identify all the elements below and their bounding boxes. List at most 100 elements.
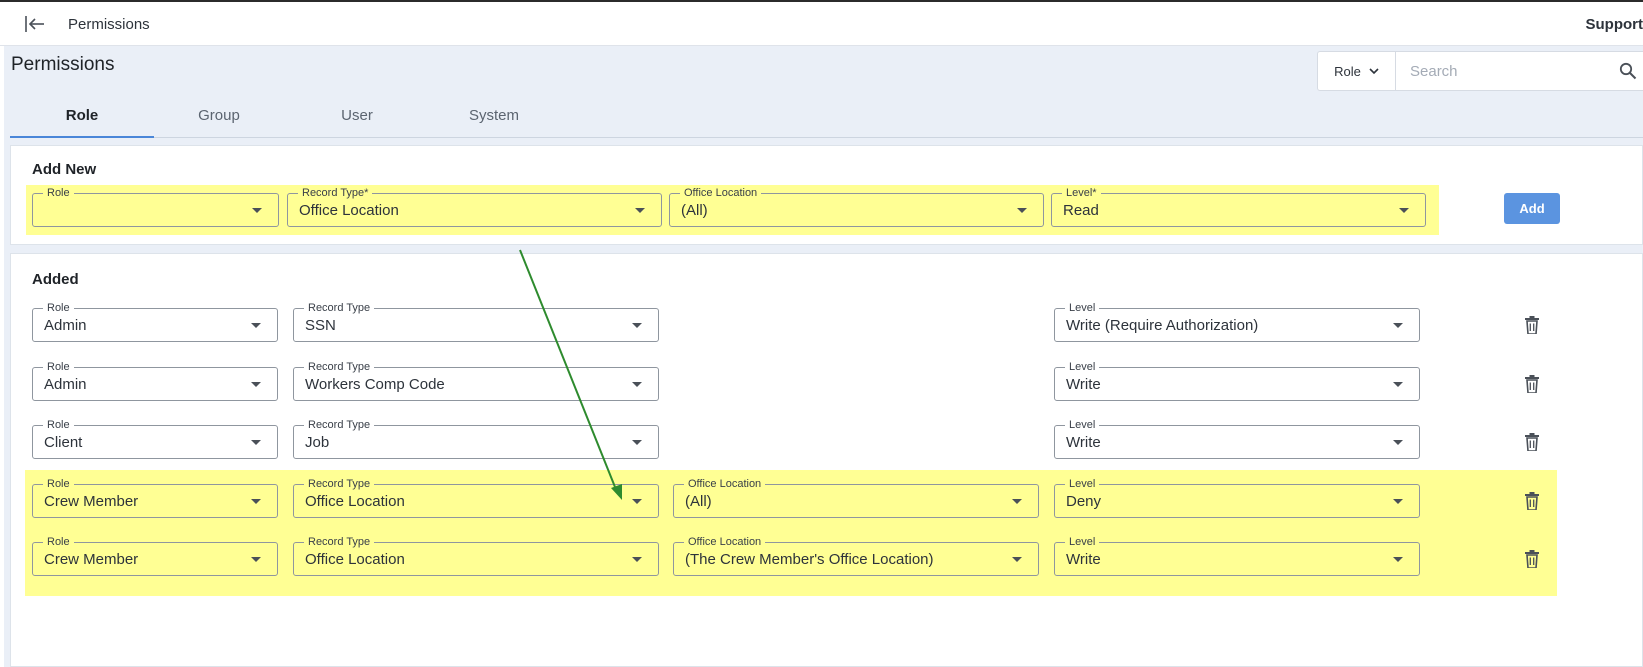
- row-level-select[interactable]: Level Deny: [1054, 477, 1420, 518]
- row-level-select[interactable]: Level Write (Require Authorization): [1054, 301, 1420, 342]
- row-record-type-select[interactable]: Record Type Office Location: [293, 477, 659, 518]
- field-label: Level: [1065, 301, 1100, 315]
- dropdown-arrow-icon: [251, 499, 261, 504]
- search-input[interactable]: [1396, 52, 1610, 90]
- dropdown-arrow-icon: [251, 323, 261, 328]
- dropdown-arrow-icon: [1393, 499, 1403, 504]
- field-value: Admin: [44, 376, 87, 393]
- field-label: Role: [43, 535, 74, 549]
- trash-icon[interactable]: [1524, 550, 1540, 568]
- support-link[interactable]: Support: [1586, 16, 1643, 33]
- new-role-select[interactable]: Role: [32, 186, 279, 227]
- field-label: Record Type: [304, 477, 375, 491]
- row-role-select[interactable]: Role Admin: [32, 360, 278, 401]
- field-label: Record Type: [304, 360, 375, 374]
- main-content: Permissions Role Role Group User System …: [4, 46, 1643, 667]
- dropdown-arrow-icon: [632, 499, 642, 504]
- new-office-location-select[interactable]: Office Location (All): [669, 186, 1044, 227]
- new-record-type-select[interactable]: Record Type* Office Location: [287, 186, 662, 227]
- field-label: Role: [43, 360, 74, 374]
- field-label: Level: [1065, 360, 1100, 374]
- dropdown-arrow-icon: [1393, 323, 1403, 328]
- dropdown-arrow-icon: [632, 440, 642, 445]
- dropdown-arrow-icon: [1017, 208, 1027, 213]
- field-value: Crew Member: [44, 493, 139, 510]
- row-record-type-select[interactable]: Record Type SSN: [293, 301, 659, 342]
- chevron-down-icon: [1369, 67, 1379, 74]
- search-filter-label: Role: [1334, 63, 1361, 79]
- field-value: Client: [44, 434, 83, 451]
- tab-group[interactable]: Group: [147, 96, 291, 138]
- field-value: Write: [1066, 434, 1101, 451]
- trash-icon[interactable]: [1524, 433, 1540, 451]
- row-record-type-select[interactable]: Record Type Job: [293, 418, 659, 459]
- field-value: SSN: [305, 317, 336, 334]
- field-value: Office Location: [299, 202, 399, 219]
- field-value: (All): [685, 493, 712, 510]
- row-record-type-select[interactable]: Record Type Office Location: [293, 535, 659, 576]
- dropdown-arrow-icon: [1012, 499, 1022, 504]
- field-value: Write: [1066, 551, 1101, 568]
- field-value: (All): [681, 202, 708, 219]
- search-filter-dropdown[interactable]: Role: [1318, 52, 1396, 90]
- field-value: Job: [305, 434, 330, 451]
- field-value: (The Crew Member's Office Location): [685, 551, 934, 568]
- tab-user[interactable]: User: [285, 96, 429, 138]
- field-label: Role: [43, 186, 74, 200]
- topbar-title: Permissions: [68, 16, 150, 33]
- search-box: Role: [1317, 51, 1643, 91]
- field-value: Read: [1063, 202, 1099, 219]
- tab-bar: Role Group User System: [10, 96, 1643, 138]
- row-role-select[interactable]: Role Crew Member: [32, 477, 278, 518]
- new-level-select[interactable]: Level* Read: [1051, 186, 1426, 227]
- row-role-select[interactable]: Role Admin: [32, 301, 278, 342]
- dropdown-arrow-icon: [1393, 557, 1403, 562]
- dropdown-arrow-icon: [252, 208, 262, 213]
- row-level-select[interactable]: Level Write: [1054, 535, 1420, 576]
- field-value: Admin: [44, 317, 87, 334]
- field-label: Office Location: [684, 535, 766, 549]
- field-label: Role: [43, 301, 74, 315]
- row-level-select[interactable]: Level Write: [1054, 360, 1420, 401]
- row-office-location-select[interactable]: Office Location (The Crew Member's Offic…: [673, 535, 1039, 576]
- field-value: Write (Require Authorization): [1066, 317, 1259, 334]
- field-label: Record Type: [304, 535, 375, 549]
- field-value: Office Location: [305, 551, 405, 568]
- field-label: Record Type*: [298, 186, 373, 200]
- add-button[interactable]: Add: [1504, 193, 1560, 224]
- row-record-type-select[interactable]: Record Type Workers Comp Code: [293, 360, 659, 401]
- dropdown-arrow-icon: [1012, 557, 1022, 562]
- search-icon[interactable]: [1610, 52, 1643, 90]
- row-role-select[interactable]: Role Client: [32, 418, 278, 459]
- tab-system[interactable]: System: [422, 96, 566, 138]
- dropdown-arrow-icon: [632, 382, 642, 387]
- top-bar: Permissions Support: [0, 0, 1643, 46]
- trash-icon[interactable]: [1524, 316, 1540, 334]
- trash-icon[interactable]: [1524, 375, 1540, 393]
- field-value: Crew Member: [44, 551, 139, 568]
- added-card: Added Role Admin Record Type SSN Level W…: [10, 253, 1643, 667]
- trash-icon[interactable]: [1524, 492, 1540, 510]
- field-label: Level: [1065, 418, 1100, 432]
- row-role-select[interactable]: Role Crew Member: [32, 535, 278, 576]
- page-title: Permissions: [11, 54, 115, 75]
- add-new-card: Add New Role Record Type* Office Locatio…: [10, 145, 1643, 245]
- added-title: Added: [32, 271, 79, 288]
- collapse-back-icon[interactable]: [24, 14, 46, 34]
- field-label: Role: [43, 418, 74, 432]
- row-level-select[interactable]: Level Write: [1054, 418, 1420, 459]
- row-office-location-select[interactable]: Office Location (All): [673, 477, 1039, 518]
- field-label: Role: [43, 477, 74, 491]
- field-label: Record Type: [304, 301, 375, 315]
- field-label: Level*: [1062, 186, 1101, 200]
- tab-role[interactable]: Role: [10, 96, 154, 138]
- dropdown-arrow-icon: [251, 557, 261, 562]
- field-label: Record Type: [304, 418, 375, 432]
- dropdown-arrow-icon: [1393, 382, 1403, 387]
- field-value: Workers Comp Code: [305, 376, 445, 393]
- dropdown-arrow-icon: [632, 323, 642, 328]
- field-label: Office Location: [684, 477, 766, 491]
- field-label: Level: [1065, 535, 1100, 549]
- dropdown-arrow-icon: [251, 440, 261, 445]
- add-new-title: Add New: [32, 161, 97, 178]
